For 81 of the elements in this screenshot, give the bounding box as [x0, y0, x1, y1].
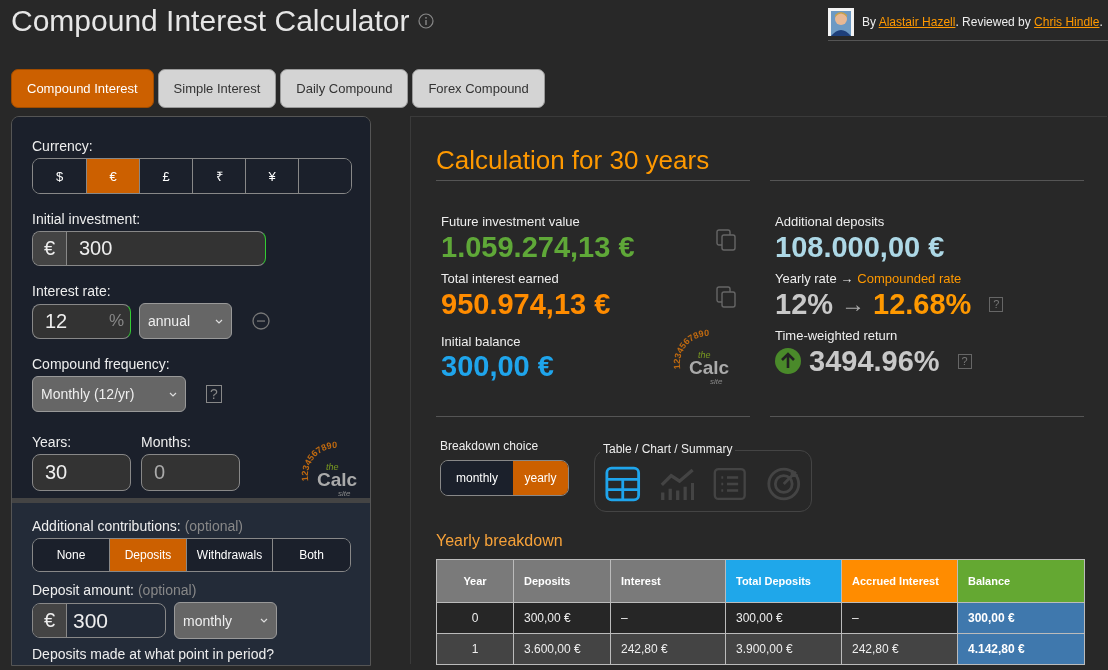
column-header: Balance [957, 559, 1085, 603]
target-view-icon[interactable] [765, 465, 801, 503]
table-cell: 0 [436, 602, 514, 634]
stat-label: Yearly rate → [775, 271, 854, 286]
chevron-icon [169, 391, 177, 397]
rate-period-select[interactable]: annual [139, 303, 232, 339]
column-header: Year [436, 559, 514, 603]
field-label: Initial investment: [32, 211, 141, 227]
years-field[interactable]: 30 [32, 454, 131, 491]
table-cell: 242,80 € [841, 633, 958, 665]
breakdown-option[interactable]: monthly [441, 461, 513, 495]
breakdown-option[interactable]: yearly [513, 461, 568, 495]
table-cell: 242,80 € [610, 633, 726, 665]
result-title: Calculation for 30 years [436, 145, 711, 175]
view-label: Table / Chart / Summary [600, 442, 736, 456]
byline: By Alastair Hazell. Reviewed by Chris Hindle. [862, 15, 1103, 29]
column-header: Total Deposits [725, 559, 842, 603]
chevron-icon [260, 618, 268, 623]
table-cell: 300,00 € [513, 602, 611, 634]
copy-icon[interactable] [716, 228, 736, 251]
months-field[interactable]: 0 [141, 454, 240, 491]
breakdown-label: Breakdown choice [440, 439, 540, 453]
copy-icon[interactable] [716, 285, 736, 308]
info-icon [417, 13, 434, 29]
stat-value: 300,00 € [441, 350, 554, 383]
deposit-period-select[interactable]: monthly [174, 602, 277, 639]
initial-investment-field[interactable]: € 300 [32, 231, 266, 266]
list-view-icon[interactable] [712, 465, 748, 503]
tab[interactable]: Forex Compound [412, 69, 545, 108]
contribution-option[interactable]: None [33, 539, 109, 571]
stat-value: 108.000,00 € [775, 230, 945, 264]
currency-option[interactable]: € [86, 159, 139, 193]
stat-label: Initial balance [441, 333, 521, 349]
chevron-icon [215, 318, 223, 324]
field-label: Interest rate: [32, 283, 111, 299]
tab[interactable]: Simple Interest [157, 69, 277, 108]
page-title: Compound Interest Calculator [11, 4, 410, 38]
table-cell: 4.142,80 € [957, 633, 1085, 665]
field-label: Compound frequency: [32, 356, 170, 372]
stat-value: 12.68% [873, 287, 972, 321]
stat-label: Compounded rate [857, 271, 962, 286]
stat-value: 950.974,13 € [441, 287, 611, 321]
field-label: Years: [32, 434, 72, 450]
arrow-glyph: → [841, 290, 866, 318]
field-label: Deposits made at what point in period? [32, 646, 275, 662]
section-title: Yearly breakdown [436, 532, 564, 550]
minus-circle-icon[interactable] [252, 312, 270, 330]
currency-option[interactable] [298, 159, 351, 193]
contribution-option[interactable]: Deposits [109, 539, 186, 571]
table-cell: – [841, 602, 958, 634]
tab[interactable]: Daily Compound [280, 69, 409, 108]
stat-value: 12% [775, 287, 834, 321]
table-cell: 300,00 € [957, 602, 1085, 634]
optional-hint: (optional) [137, 582, 197, 598]
stat-label: Additional deposits [775, 214, 885, 229]
stat-label: Future investment value [441, 214, 580, 229]
stat-label: Time-weighted return [775, 328, 898, 343]
field-label: Deposit amount: [32, 582, 134, 598]
table-cell: 3.900,00 € [725, 633, 842, 665]
table-cell: 3.600,00 € [513, 633, 611, 665]
stat-value: 1.059.274,13 € [441, 230, 635, 264]
column-header: Accrued Interest [841, 559, 958, 603]
stat-value: 3494.96% [809, 344, 940, 378]
field-label: Months: [141, 434, 191, 450]
compound-frequency-select[interactable]: Monthly (12/yr) [32, 376, 186, 412]
table-cell: 1 [436, 633, 514, 665]
tab[interactable]: Compound Interest [11, 69, 154, 108]
table-cell: – [610, 602, 726, 634]
column-header: Deposits [513, 559, 611, 603]
help-icon[interactable]: ? [206, 385, 222, 403]
deposit-amount-field[interactable]: € 300 [32, 603, 166, 638]
field-label: Additional contributions: [32, 518, 181, 534]
interest-rate-field[interactable]: 12 % [32, 303, 131, 339]
table-view-icon[interactable] [605, 465, 641, 503]
field-label: Currency: [32, 138, 93, 154]
table-cell: 300,00 € [725, 602, 842, 634]
optional-hint: (optional) [184, 518, 244, 534]
column-header: Interest [610, 559, 726, 603]
contribution-option[interactable]: Both [272, 539, 350, 571]
stat-label: Total interest earned [441, 271, 559, 286]
contribution-option[interactable]: Withdrawals [186, 539, 272, 571]
